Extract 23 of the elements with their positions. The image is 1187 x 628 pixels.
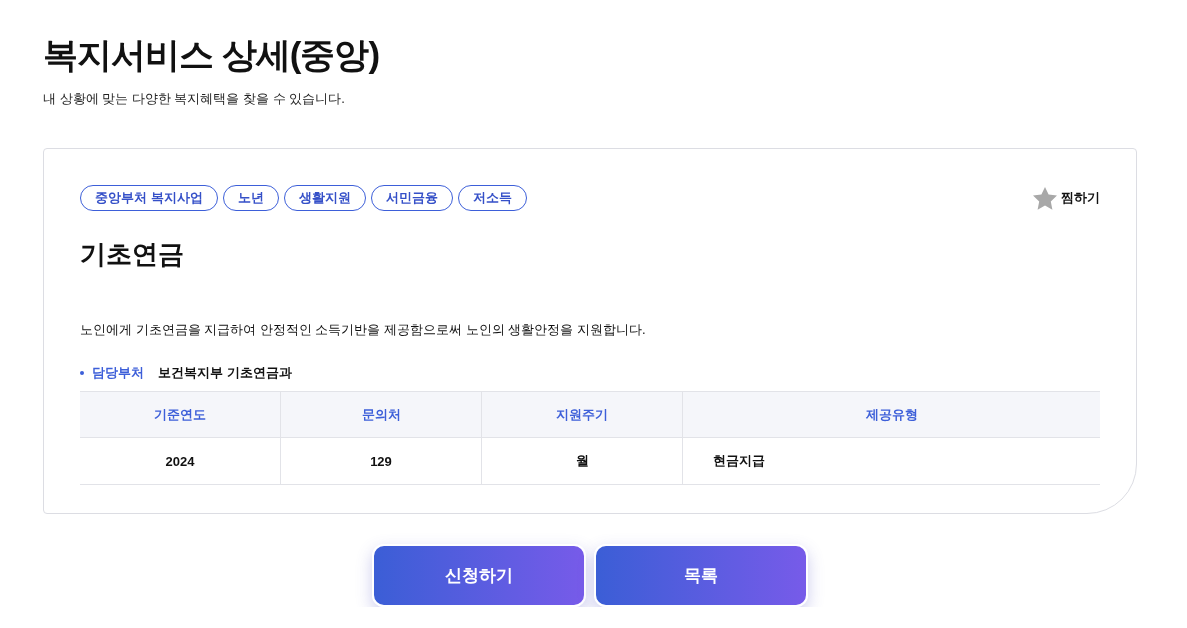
category-tag: 저소득: [457, 185, 527, 211]
service-name: 기초연금: [80, 238, 185, 271]
service-description: 노인에게 기초연금을 지급하여 안정적인 소득기반을 제공함으로써 노인의 생활안정을 지원합니다.: [80, 321, 647, 339]
favorite-button[interactable]: 찜하기: [1033, 186, 1100, 210]
column-header: 제공유형: [682, 391, 1100, 438]
table-cell: 2024: [80, 437, 281, 485]
category-tag: 서민금융: [370, 185, 453, 211]
column-header: 지원주기: [481, 391, 683, 438]
table-cell: 129: [280, 437, 482, 485]
table-cell: 월: [481, 437, 683, 485]
category-tag: 생활지원: [283, 185, 366, 211]
bullet-icon: [80, 371, 84, 375]
category-tag: 중앙부처 복지사업: [80, 185, 218, 211]
column-header: 문의처: [280, 391, 482, 438]
apply-button[interactable]: 신청하기: [372, 544, 586, 607]
page-title: 복지서비스 상세(중앙): [43, 34, 381, 76]
column-header: 기준연도: [80, 391, 281, 438]
category-tag: 노년: [222, 185, 279, 211]
table-cell: 현금지급: [682, 437, 1100, 485]
department-label: 담당부처: [92, 364, 144, 382]
department-value: 보건복지부 기초연금과: [158, 364, 292, 382]
list-button[interactable]: 목록: [594, 544, 808, 607]
page-subtitle: 내 상황에 맞는 다양한 복지혜택을 찾을 수 있습니다.: [43, 90, 346, 108]
